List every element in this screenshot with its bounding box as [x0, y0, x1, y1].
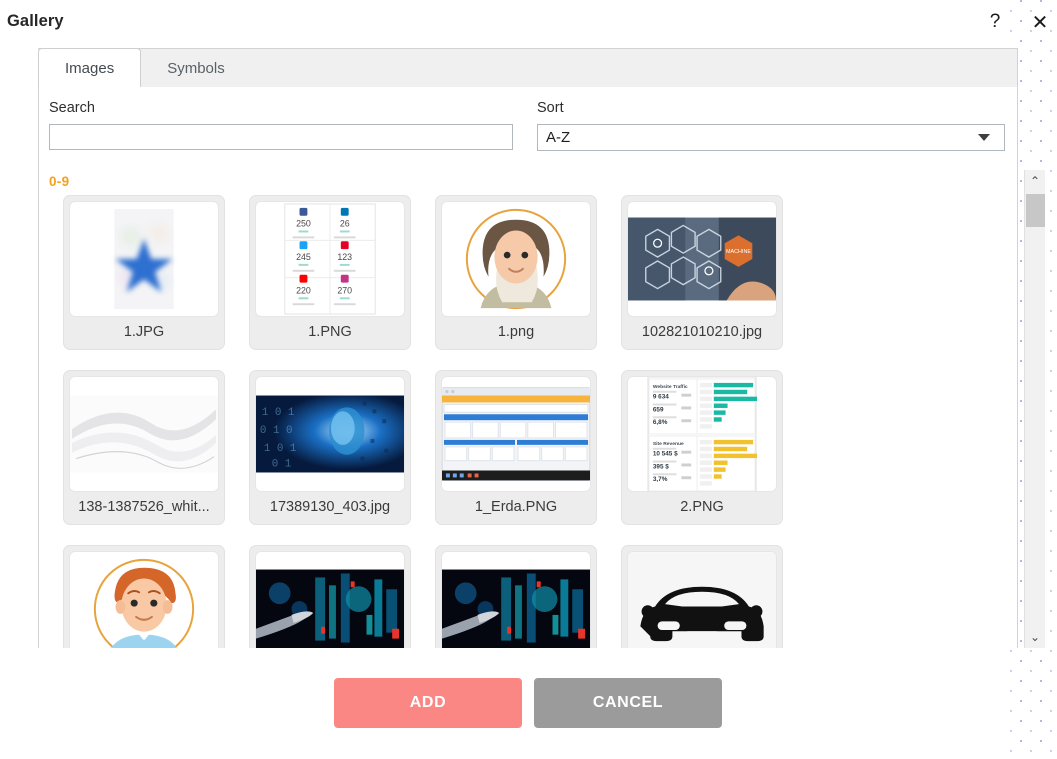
image-thumbnail: Website Traffic 9 634 659 6,8% Site Revenue 1…	[627, 376, 777, 492]
page-title: Gallery	[7, 12, 64, 30]
image-card[interactable]: 250 26 245 123 220 270 1.PNG	[249, 195, 411, 350]
svg-text:9 634: 9 634	[653, 394, 669, 401]
image-thumbnail	[441, 376, 591, 492]
add-button[interactable]: ADD	[334, 678, 522, 728]
svg-text:245: 245	[296, 252, 311, 262]
image-grid: 1.JPG 250 26 245 123 220 270 1.PNG 1.png MACHINE 1…	[63, 195, 983, 648]
chevron-down-icon[interactable]: ⌄	[1025, 628, 1045, 646]
scrollbar-thumb[interactable]	[1026, 194, 1045, 227]
image-card[interactable]: Website Traffic 9 634 659 6,8% Site Revenue 1…	[621, 370, 783, 525]
image-card-label: 102821010210.jpg	[641, 323, 763, 340]
image-card-label: 1.JPG	[123, 323, 165, 340]
svg-text:0 1 0: 0 1 0	[260, 425, 293, 437]
svg-text:6,8%: 6,8%	[653, 419, 668, 426]
tab-bar: Images Symbols	[38, 48, 1018, 87]
svg-text:0 1: 0 1	[272, 459, 292, 471]
image-card-label: 2.PNG	[680, 498, 724, 515]
tab-images[interactable]: Images	[38, 48, 142, 87]
vertical-scrollbar[interactable]: ⌃ ⌄	[1024, 170, 1045, 648]
sort-select[interactable]: A-Z	[537, 124, 1005, 151]
sort-label: Sort	[537, 100, 564, 116]
svg-text:26: 26	[340, 219, 350, 229]
svg-text:10 545 $: 10 545 $	[653, 451, 678, 458]
image-card[interactable]: 1.png	[435, 195, 597, 350]
cancel-button[interactable]: CANCEL	[534, 678, 722, 728]
image-card-label: 17389130_403.jpg	[269, 498, 391, 515]
svg-text:Website Traffic: Website Traffic	[653, 384, 688, 390]
svg-text:250: 250	[296, 219, 311, 229]
tab-symbols-label: Symbols	[167, 59, 225, 77]
image-thumbnail: 1 0 1 0 1 0 1 0 1 0 1	[255, 376, 405, 492]
image-card[interactable]: 2.png	[63, 545, 225, 648]
image-thumbnail	[69, 201, 219, 317]
image-card[interactable]: 138-1387526_whit...	[63, 370, 225, 525]
image-card[interactable]: MACHINE 102821010210.jpg	[621, 195, 783, 350]
search-label: Search	[49, 100, 95, 116]
image-thumbnail	[69, 376, 219, 492]
image-card[interactable]: 1.JPG	[63, 195, 225, 350]
dialog-footer: ADD CANCEL	[0, 678, 1057, 759]
image-thumbnail	[627, 551, 777, 648]
image-card[interactable]	[435, 545, 597, 648]
svg-text:220: 220	[296, 285, 311, 295]
image-thumbnail	[441, 551, 591, 648]
svg-text:123: 123	[337, 252, 352, 262]
tab-images-label: Images	[65, 59, 115, 77]
svg-text:270: 270	[337, 285, 352, 295]
chevron-down-icon	[978, 134, 990, 141]
gallery-dialog: Gallery Images Symbols Search Sort A-Z 0…	[0, 0, 1045, 759]
svg-text:1 0 1: 1 0 1	[262, 407, 295, 419]
image-card-label: 138-1387526_whit...	[78, 498, 210, 515]
image-thumbnail	[441, 201, 591, 317]
svg-text:395 $: 395 $	[653, 463, 669, 470]
image-card[interactable]	[621, 545, 783, 648]
svg-text:659: 659	[653, 406, 664, 413]
image-card-label: 1.PNG	[308, 323, 352, 340]
image-card[interactable]: 20200930PHT8820...	[249, 545, 411, 648]
svg-text:MACHINE: MACHINE	[726, 249, 751, 255]
close-icon[interactable]: ✕	[1025, 7, 1055, 37]
search-input[interactable]	[49, 124, 513, 150]
image-grid-scroll-area: 1.JPG 250 26 245 123 220 270 1.PNG 1.png MACHINE 1…	[39, 195, 985, 648]
image-thumbnail: 250 26 245 123 220 270	[255, 201, 405, 317]
image-thumbnail: MACHINE	[627, 201, 777, 317]
sort-selected-value: A-Z	[546, 129, 571, 146]
image-card-label: 1.png	[497, 323, 535, 340]
chevron-up-icon[interactable]: ⌃	[1025, 172, 1045, 190]
image-thumbnail	[69, 551, 219, 648]
image-card-label: 1_Erda.PNG	[474, 498, 558, 515]
help-icon[interactable]: ?	[980, 7, 1010, 37]
svg-text:1 0 1: 1 0 1	[264, 443, 297, 455]
svg-text:3,7%: 3,7%	[653, 476, 668, 483]
image-card[interactable]: 1 0 1 0 1 0 1 0 1 0 1 17389130_403.jpg	[249, 370, 411, 525]
image-card[interactable]: 1_Erda.PNG	[435, 370, 597, 525]
images-tab-panel: Search Sort A-Z 0-9 1.JPG 250 26 245 123 220 2…	[38, 87, 1045, 648]
image-thumbnail	[255, 551, 405, 648]
group-heading-0-9: 0-9	[49, 174, 70, 189]
svg-text:Site Revenue: Site Revenue	[653, 441, 684, 447]
tab-symbols[interactable]: Symbols	[141, 49, 251, 87]
